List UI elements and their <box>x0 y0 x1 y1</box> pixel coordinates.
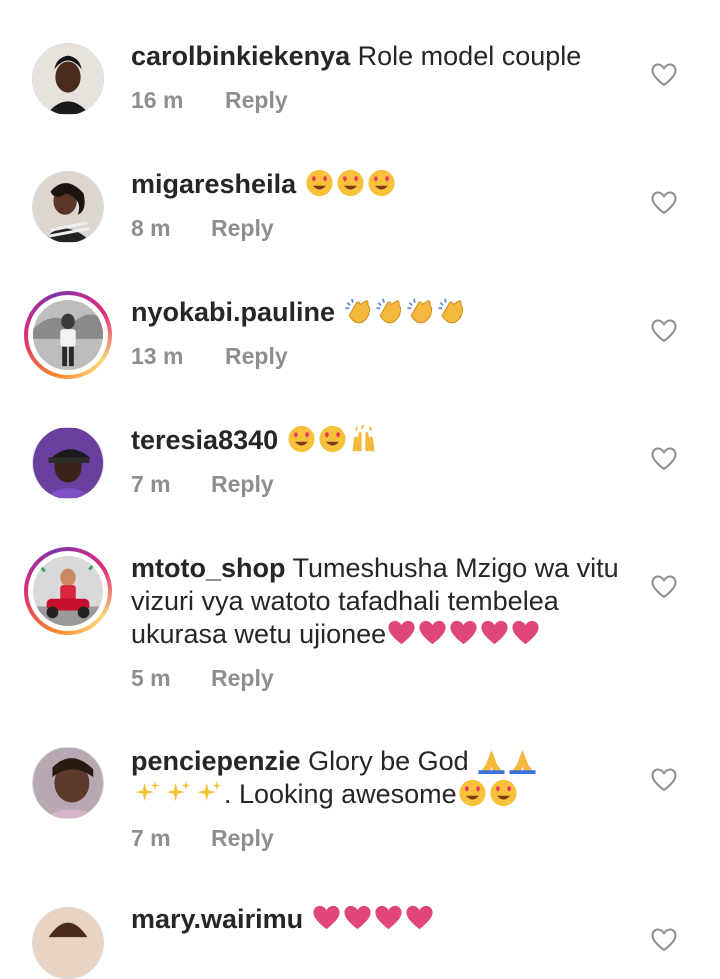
comment-meta: 16 m Reply <box>131 87 288 114</box>
like-heart-icon[interactable] <box>651 575 677 599</box>
avatar-photo <box>33 747 103 819</box>
comment-time: 7 m <box>131 471 171 497</box>
comment-username[interactable]: mtoto_shop <box>131 553 286 583</box>
comment-body: mary.wairimu <box>131 903 631 936</box>
avatar-photo <box>33 427 103 499</box>
avatar-photo <box>33 907 103 979</box>
heart-eyes-emoji-icon <box>366 169 397 197</box>
pink-heart-emoji-icon <box>404 904 435 932</box>
comment-body: nyokabi.pauline <box>131 296 631 329</box>
clap-emoji-icon <box>405 297 436 325</box>
raised-hands-emoji-icon <box>348 425 379 453</box>
avatar[interactable] <box>32 427 104 499</box>
avatar[interactable] <box>32 43 104 115</box>
folded-hands-emoji-icon <box>507 746 538 774</box>
heart-eyes-emoji-icon <box>488 779 519 807</box>
heart-eyes-emoji-icon <box>304 169 335 197</box>
comment-username[interactable]: migaresheila <box>131 169 296 199</box>
comment-meta: 5 m Reply <box>131 665 274 692</box>
reply-button[interactable]: Reply <box>211 215 274 242</box>
pink-heart-emoji-icon <box>479 619 510 647</box>
comment-meta: 13 m Reply <box>131 343 288 370</box>
pink-heart-emoji-icon <box>448 619 479 647</box>
comment-time: 7 m <box>131 825 171 851</box>
heart-eyes-emoji-icon <box>286 425 317 453</box>
reply-button[interactable]: Reply <box>211 665 274 692</box>
clap-emoji-icon <box>436 297 467 325</box>
comment-meta: 7 m Reply <box>131 471 274 498</box>
heart-eyes-emoji-icon <box>335 169 366 197</box>
avatar-story-ring[interactable] <box>24 547 112 635</box>
pink-heart-emoji-icon <box>417 619 448 647</box>
comment-username[interactable]: nyokabi.pauline <box>131 297 335 327</box>
comment-body: migaresheila <box>131 168 631 201</box>
heart-eyes-emoji-icon <box>457 779 488 807</box>
reply-button[interactable]: Reply <box>225 87 288 114</box>
comment-username[interactable]: mary.wairimu <box>131 904 303 934</box>
like-heart-icon[interactable] <box>651 447 677 471</box>
comment-body: teresia8340 <box>131 424 631 457</box>
avatar-photo <box>33 171 103 243</box>
comment-time: 5 m <box>131 665 171 691</box>
avatar-photo <box>33 300 103 370</box>
comment-body: penciepenzie Glory be God . Looking awes… <box>131 745 631 811</box>
avatar-story-ring[interactable] <box>24 291 112 379</box>
sparkles-emoji-icon <box>131 779 162 807</box>
avatar-photo <box>33 556 103 626</box>
avatar[interactable] <box>32 907 104 979</box>
like-heart-icon[interactable] <box>651 319 677 343</box>
avatar-photo <box>33 43 103 115</box>
comment-text: vizuri vya watoto tafadhali tembelea <box>131 586 559 616</box>
folded-hands-emoji-icon <box>476 746 507 774</box>
comment-text: Tumeshusha Mzigo wa vitu <box>292 553 619 583</box>
comment-meta: 8 m Reply <box>131 215 274 242</box>
comment-body: mtoto_shop Tumeshusha Mzigo wa vitu vizu… <box>131 552 631 651</box>
pink-heart-emoji-icon <box>510 619 541 647</box>
comment-time: 16 m <box>131 87 184 113</box>
comment-username[interactable]: penciepenzie <box>131 746 301 776</box>
like-heart-icon[interactable] <box>651 768 677 792</box>
pink-heart-emoji-icon <box>311 904 342 932</box>
comment-text: Glory be God <box>308 746 469 776</box>
sparkles-emoji-icon <box>162 779 193 807</box>
pink-heart-emoji-icon <box>386 619 417 647</box>
comment-text: ukurasa wetu ujionee <box>131 619 387 649</box>
comment-time: 13 m <box>131 343 184 369</box>
reply-button[interactable]: Reply <box>225 343 288 370</box>
pink-heart-emoji-icon <box>342 904 373 932</box>
comment-text: . Looking awesome <box>224 779 457 809</box>
like-heart-icon[interactable] <box>651 928 677 952</box>
comment-username[interactable]: teresia8340 <box>131 425 278 455</box>
sparkles-emoji-icon <box>193 779 224 807</box>
clap-emoji-icon <box>374 297 405 325</box>
avatar[interactable] <box>32 747 104 819</box>
comment-time: 8 m <box>131 215 171 241</box>
pink-heart-emoji-icon <box>373 904 404 932</box>
like-heart-icon[interactable] <box>651 191 677 215</box>
comment-text: Role model couple <box>357 41 582 71</box>
reply-button[interactable]: Reply <box>211 471 274 498</box>
comment-username[interactable]: carolbinkiekenya <box>131 41 350 71</box>
comment-body: carolbinkiekenya Role model couple <box>131 40 631 73</box>
reply-button[interactable]: Reply <box>211 825 274 852</box>
clap-emoji-icon <box>343 297 374 325</box>
heart-eyes-emoji-icon <box>317 425 348 453</box>
like-heart-icon[interactable] <box>651 63 677 87</box>
avatar[interactable] <box>32 171 104 243</box>
comment-meta: 7 m Reply <box>131 825 274 852</box>
